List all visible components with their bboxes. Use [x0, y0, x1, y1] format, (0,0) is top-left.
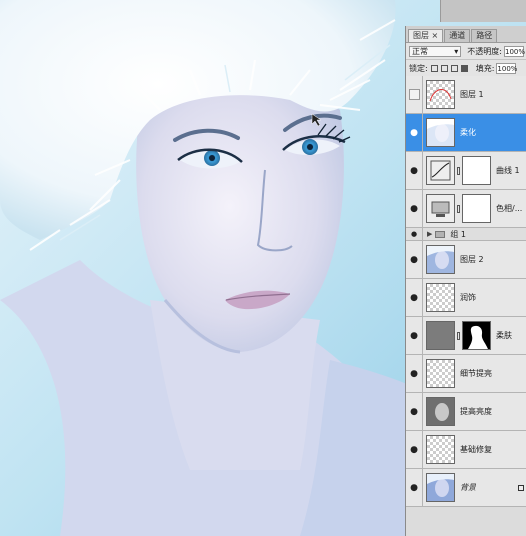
layer-name: 曲线 1	[496, 166, 520, 175]
visibility-toggle[interactable]: ●	[406, 114, 423, 151]
visibility-toggle[interactable]: ●	[406, 279, 423, 316]
visibility-toggle[interactable]: ●	[406, 241, 423, 278]
visibility-toggle[interactable]: ●	[406, 190, 423, 227]
folder-icon	[435, 230, 446, 238]
lock-position-icon[interactable]	[450, 64, 458, 72]
opacity-label: 不透明度:	[467, 46, 502, 56]
layer-mask-thumbnail[interactable]	[462, 194, 491, 223]
link-icon	[457, 204, 460, 213]
visibility-toggle[interactable]	[406, 76, 423, 113]
layer-row[interactable]: ● 曲线 1	[406, 152, 526, 190]
layer-thumbnail	[426, 283, 455, 312]
blend-mode-select[interactable]: 正常 ▾	[409, 45, 462, 57]
chevron-down-icon: ▾	[454, 46, 459, 56]
eye-icon: ●	[410, 165, 418, 176]
layer-row[interactable]: ● 润饰	[406, 279, 526, 317]
layer-row[interactable]: ● 色相/...	[406, 190, 526, 228]
visibility-toggle[interactable]: ●	[406, 317, 423, 354]
layer-name: 图层 2	[460, 255, 484, 264]
link-icon	[457, 166, 460, 175]
layer-thumbnail	[426, 80, 455, 109]
layer-thumbnail	[426, 321, 455, 350]
visibility-toggle[interactable]: ●	[406, 469, 423, 506]
eye-icon: ●	[410, 292, 418, 303]
tab-paths[interactable]: 路径	[471, 29, 498, 42]
eye-icon: ●	[410, 203, 418, 214]
visibility-toggle[interactable]: ●	[406, 228, 423, 240]
blend-mode-value: 正常	[412, 46, 428, 56]
curves-adjustment-icon	[426, 156, 455, 185]
layer-row[interactable]: 图层 1	[406, 76, 526, 114]
layer-thumbnail	[426, 118, 455, 147]
eye-icon: ●	[410, 330, 418, 341]
eye-icon: ●	[410, 482, 418, 493]
eye-icon: ●	[410, 127, 418, 138]
opacity-input[interactable]: 100%	[504, 45, 525, 57]
layer-mask-thumbnail[interactable]	[462, 156, 491, 185]
eye-icon: ●	[410, 368, 418, 379]
eye-icon: ●	[410, 230, 418, 238]
expand-arrow-icon[interactable]: ▶	[427, 230, 432, 238]
link-icon	[457, 331, 460, 340]
layer-group-row[interactable]: ● ▶ 组 1	[406, 228, 526, 241]
layer-list: 图层 1 ● 柔化 ● 曲线 1 ● 色相/... ● ▶ 组 1 ● 图层 2…	[406, 76, 526, 507]
layer-row[interactable]: ● 基础修复	[406, 431, 526, 469]
layer-row[interactable]: ● 图层 2	[406, 241, 526, 279]
hue-saturation-adjustment-icon	[426, 194, 455, 223]
lock-label: 锁定:	[409, 63, 428, 73]
lock-transparent-icon[interactable]	[430, 64, 438, 72]
layer-row[interactable]: ● 提高亮度	[406, 393, 526, 431]
eye-icon: ●	[410, 254, 418, 265]
visibility-toggle[interactable]: ●	[406, 355, 423, 392]
fill-label: 填充:	[475, 63, 495, 73]
tab-channels[interactable]: 通道	[444, 29, 471, 42]
layer-name: 背景	[460, 483, 476, 492]
layer-row[interactable]: ● 柔肤	[406, 317, 526, 355]
layer-name: 润饰	[460, 293, 476, 302]
layer-thumbnail	[426, 435, 455, 464]
visibility-toggle[interactable]: ●	[406, 152, 423, 189]
visibility-toggle[interactable]: ●	[406, 393, 423, 430]
eye-icon: ●	[410, 406, 418, 417]
layer-thumbnail	[426, 359, 455, 388]
layer-thumbnail	[426, 397, 455, 426]
eye-off-icon	[408, 89, 420, 100]
lock-icon	[518, 484, 524, 491]
fill-input[interactable]: 100%	[496, 62, 517, 74]
layer-row[interactable]: ● 细节提亮	[406, 355, 526, 393]
layers-panel: 图层 × 通道 路径 正常 ▾ 不透明度: 100% 锁定: 填充: 100% …	[405, 26, 526, 536]
tab-layers[interactable]: 图层 ×	[408, 29, 444, 42]
layer-name: 细节提亮	[460, 369, 492, 378]
eye-icon: ●	[410, 444, 418, 455]
lock-all-icon[interactable]	[460, 64, 468, 72]
layer-name: 基础修复	[460, 445, 492, 454]
layer-thumbnail	[426, 473, 455, 502]
panel-tabs: 图层 × 通道 路径	[406, 26, 526, 43]
layer-row[interactable]: ● 背景	[406, 469, 526, 507]
layer-name: 组 1	[450, 229, 467, 239]
layer-mask-thumbnail[interactable]	[462, 321, 491, 350]
layer-name: 色相/...	[496, 204, 523, 213]
visibility-toggle[interactable]: ●	[406, 431, 423, 468]
panel-dock-header	[440, 0, 526, 22]
layer-name: 柔化	[460, 128, 476, 137]
layer-name: 提高亮度	[460, 407, 492, 416]
layer-row-selected[interactable]: ● 柔化	[406, 114, 526, 152]
lock-image-icon[interactable]	[440, 64, 448, 72]
lock-row: 锁定: 填充: 100%	[406, 60, 526, 77]
layer-thumbnail	[426, 245, 455, 274]
layer-name: 图层 1	[460, 90, 484, 99]
layer-name: 柔肤	[496, 331, 512, 340]
blend-row: 正常 ▾ 不透明度: 100%	[406, 43, 526, 60]
